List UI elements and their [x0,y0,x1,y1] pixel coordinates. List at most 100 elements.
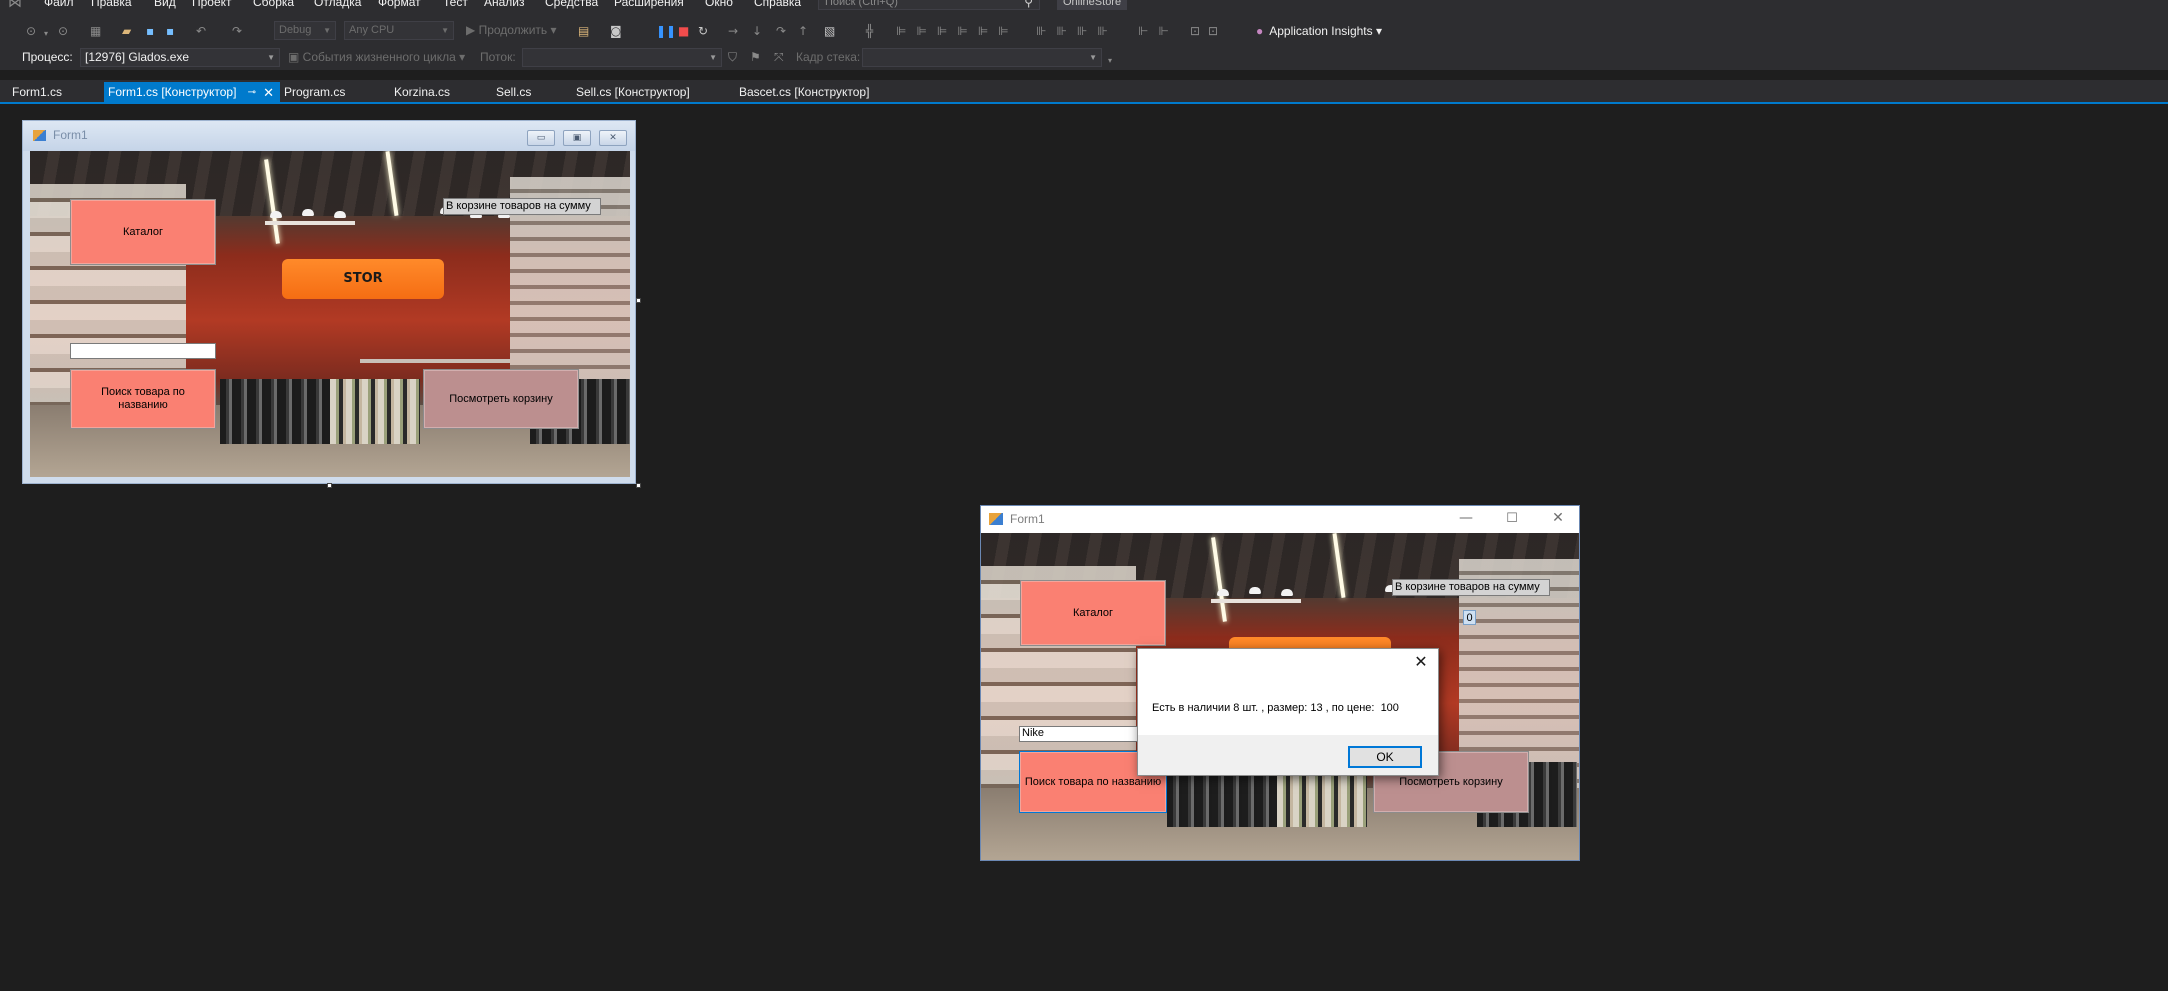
tab-label: Sell.cs [Конструктор] [576,85,690,99]
redo-icon[interactable]: ↷ [232,24,242,38]
quick-launch-search[interactable]: Поиск (Ctrl+Q) ⚲ [818,0,1040,10]
screenshot-icon[interactable]: ◙ [610,24,622,38]
chevron-down-icon: ▼ [267,53,275,62]
cart-sum-value: 0 [1463,610,1476,625]
solution-name: OnlineStore [1057,0,1128,10]
message-text: Есть в наличии 8 шт. , размер: 13 , по ц… [1152,702,1399,714]
pause-icon[interactable]: ❚❚ [656,24,676,38]
attach-icon[interactable]: ▤ [578,24,589,38]
open-file-icon[interactable]: ▰ [122,24,131,38]
search-by-name-button[interactable]: Поиск товара по названию [70,369,216,429]
menu-window[interactable]: Окно [705,0,733,10]
process-label: Процесс: [22,50,73,64]
solution-config-select[interactable]: Debug ▼ [274,21,336,40]
search-textbox[interactable] [70,343,216,359]
show-next-statement-icon[interactable]: → [728,24,738,38]
chevron-down-icon: ▼ [323,26,331,35]
back-dropdown-icon[interactable]: ▾ [44,27,48,41]
maximize-icon: ▣ [563,130,591,146]
menu-project[interactable]: Проект [192,0,232,10]
save-icon[interactable]: ▪ [146,24,154,38]
align-icon[interactable]: ╬ [866,24,873,38]
tab-label: Form1.cs [12,85,63,99]
layout-tools-icons[interactable]: ⊫⊫⊫⊫⊫⊫ [896,24,1019,38]
continue-button[interactable]: ▶ Продолжить ▾ [466,23,557,38]
overflow-icon[interactable]: ▾ [1108,54,1112,68]
application-insights-label: Application Insights [1269,24,1373,38]
spacing-tools-icons[interactable]: ⊪⊪⊪⊪ [1036,24,1118,38]
stack-frame-select[interactable]: ▼ [862,48,1102,67]
tab-sell-designer[interactable]: Sell.cs [Конструктор] [572,82,732,103]
view-cart-button[interactable]: Посмотреть корзину [423,369,579,429]
hex-icon[interactable]: ▧ [824,24,835,38]
lifecycle-label: События жизненного цикла [302,50,456,64]
forward-icon[interactable]: ⊙ [58,24,68,38]
tab-bascet-designer[interactable]: Bascet.cs [Конструктор] [735,82,905,103]
close-icon: ✕ [599,130,627,146]
close-button[interactable]: ✕ [1410,651,1432,673]
filter-icon[interactable]: ⛉ [728,50,737,64]
tab-sell-cs[interactable]: Sell.cs [492,82,572,103]
designer-form-titlebar: Form1 ▭ ▣ ✕ [23,121,635,151]
tab-label: Korzina.cs [394,85,451,99]
menu-extensions[interactable]: Расширения [614,0,684,10]
menu-debug[interactable]: Отладка [314,0,361,10]
restart-icon[interactable]: ↻ [698,24,708,38]
menu-help[interactable]: Справка [754,0,801,10]
step-over-icon[interactable]: ↷ [776,24,786,38]
application-insights-button[interactable]: ● Application Insights ▾ [1256,22,1382,40]
menu-file[interactable]: Файл [44,0,74,10]
step-out-icon[interactable]: ↑ [798,24,808,38]
resize-handle-bottom[interactable] [327,483,332,488]
tab-order-icons[interactable]: ⊡⊡ [1190,24,1226,38]
process-value: [12976] Glados.exe [85,50,190,64]
pin-icon[interactable]: ⊸ [248,82,256,103]
new-project-icon[interactable]: ▦ [90,24,101,38]
maximize-button[interactable]: ☐ [1489,506,1535,533]
platform-select[interactable]: Any CPU ▼ [344,21,454,40]
running-form-title: Form1 [1010,512,1045,526]
catalog-button[interactable]: Каталог [1020,580,1166,646]
minimize-button[interactable]: — [1443,506,1489,533]
close-icon[interactable]: ✕ [263,82,274,103]
back-icon[interactable]: ⊙ [26,24,36,38]
flag-icon[interactable]: ⚑ [750,50,761,64]
resize-handle-corner[interactable] [636,483,641,488]
tab-form1-designer[interactable]: Form1.cs [Конструктор] ⊸ ✕ [104,82,280,103]
platform-value: Any CPU [349,24,395,36]
close-button[interactable]: ✕ [1535,506,1581,533]
form-icon [989,513,1003,525]
lifecycle-events-button[interactable]: ▣ События жизненного цикла ▾ [288,50,465,65]
undo-icon[interactable]: ↶ [196,24,206,38]
process-select[interactable]: [12976] Glados.exe ▼ [80,48,280,67]
menu-analyze[interactable]: Анализ [484,0,525,10]
menu-tools[interactable]: Средства [545,0,598,10]
tab-program-cs[interactable]: Program.cs [280,82,390,103]
lifecycle-icon: ▣ [288,50,303,64]
step-into-icon[interactable]: ↓ [752,24,762,38]
thread-select[interactable]: ▼ [522,48,722,67]
tab-label: Program.cs [284,85,346,99]
designer-form-title: Form1 [53,128,88,142]
catalog-button[interactable]: Каталог [70,199,216,265]
tab-form1-cs[interactable]: Form1.cs [8,82,104,103]
tab-label: Form1.cs [Конструктор] [108,85,237,99]
cross-threads-icon[interactable]: ⤧ [774,50,784,64]
menu-build[interactable]: Сборка [253,0,294,10]
tab-label: Sell.cs [496,85,532,99]
designer-form-client[interactable]: STOR Каталог В корзине товаров на сумму … [30,151,630,477]
ok-button[interactable]: OK [1348,746,1422,768]
stop-icon[interactable]: ■ [678,24,689,38]
designer-form1[interactable]: Form1 ▭ ▣ ✕ STOR Каталог В корзине товар… [22,120,636,484]
menu-test[interactable]: Тест [443,0,468,10]
order-tools-icons[interactable]: ⊩⊩ [1138,24,1179,38]
menu-view[interactable]: Вид [154,0,176,10]
tab-korzina-cs[interactable]: Korzina.cs [390,82,490,103]
resize-handle-right[interactable] [636,298,641,303]
menu-format[interactable]: Формат [378,0,421,10]
form-icon [33,130,46,141]
running-form-titlebar[interactable]: Form1 — ☐ ✕ [981,506,1579,533]
save-all-icon[interactable]: ▪ [166,24,174,38]
menu-edit[interactable]: Правка [91,0,132,10]
visual-studio-window: ⋈ Файл Правка Вид Проект Сборка Отладка … [0,0,2168,991]
